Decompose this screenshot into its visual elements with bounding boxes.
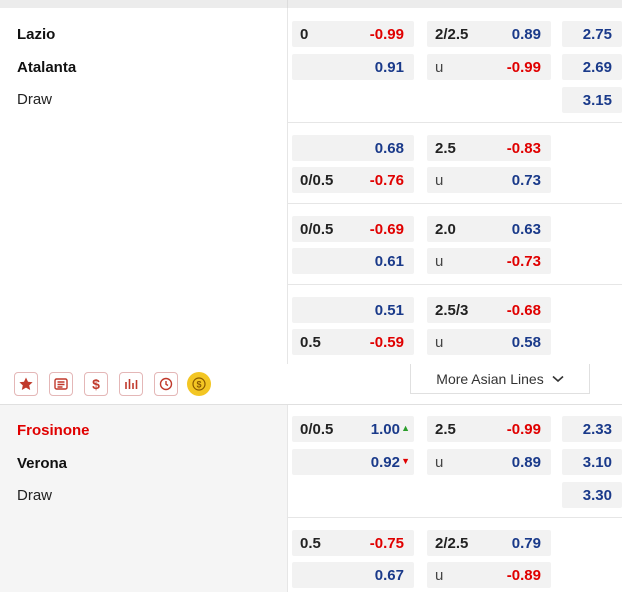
more-asian-lines-label: More Asian Lines (436, 370, 544, 387)
svg-text:$: $ (92, 376, 100, 392)
x12-draw-cell[interactable]: 3.15 (562, 87, 622, 113)
ah-away-cell[interactable]: 0.67 (292, 562, 414, 588)
star-icon[interactable] (14, 372, 38, 396)
ou-under-cell[interactable]: u -0.73 (427, 248, 551, 274)
ou-under-cell[interactable]: u 0.58 (427, 329, 551, 355)
ou-over-cell[interactable]: 2.0 0.63 (427, 216, 551, 242)
away-team[interactable]: Atalanta (17, 59, 76, 76)
ah-away-cell[interactable]: 0.61 (292, 248, 414, 274)
ah-away-cell[interactable]: 0/0.5 -0.76 (292, 167, 414, 193)
home-team[interactable]: Lazio (17, 26, 55, 43)
ah-home-cell[interactable]: 0/0.5 1.00 ▲ (292, 416, 414, 442)
ou-under-cell[interactable]: u -0.89 (427, 562, 551, 588)
ou-over-cell[interactable]: 2.5/3 -0.68 (427, 297, 551, 323)
ah-away-cell[interactable]: 0.92 ▼ (292, 449, 414, 475)
dollar-icon[interactable]: $ (84, 372, 108, 396)
teams-column: Frosinone Verona Draw (3, 405, 286, 592)
ou-over-cell[interactable]: 2.5 -0.99 (427, 416, 551, 442)
ou-under-cell[interactable]: u -0.99 (427, 54, 551, 80)
draw-label: Draw (17, 487, 53, 504)
ah-away-cell[interactable]: 0.5 -0.59 (292, 329, 414, 355)
x12-away-cell[interactable]: 2.69 (562, 54, 622, 80)
odds-down-arrow-icon: ▼ (401, 456, 410, 466)
ou-over-cell[interactable]: 2/2.5 0.79 (427, 530, 551, 556)
chevron-down-icon (552, 375, 564, 382)
ah-home-cell[interactable]: 0.68 (292, 135, 414, 161)
home-team[interactable]: Frosinone (17, 422, 90, 439)
x12-home-cell[interactable]: 2.33 (562, 416, 622, 442)
bar-chart-icon[interactable] (119, 372, 143, 396)
ou-under-cell[interactable]: u 0.73 (427, 167, 551, 193)
top-strip (0, 0, 622, 8)
ah-home-cell[interactable]: 0/0.5 -0.69 (292, 216, 414, 242)
ah-away-cell[interactable]: 0.91 (292, 54, 414, 80)
x12-away-cell[interactable]: 3.10 (562, 449, 622, 475)
ah-home-cell[interactable]: 0.5 -0.75 (292, 530, 414, 556)
ou-over-cell[interactable]: 2/2.5 0.89 (427, 21, 551, 47)
ou-under-cell[interactable]: u 0.89 (427, 449, 551, 475)
ah-home-cell[interactable]: 0.51 (292, 297, 414, 323)
x12-home-cell[interactable]: 2.75 (562, 21, 622, 47)
draw-label: Draw (17, 91, 53, 108)
ou-over-cell[interactable]: 2.5 -0.83 (427, 135, 551, 161)
match-frosinone-verona: Frosinone Verona Draw 0/0.5 1.00 ▲ 0.92 ▼… (0, 405, 622, 592)
odds-up-arrow-icon: ▲ (401, 423, 410, 433)
ah-home-cell[interactable]: 0 -0.99 (292, 21, 414, 47)
match-actions-bar: $ $ (0, 364, 410, 404)
away-team[interactable]: Verona (17, 455, 67, 472)
more-asian-lines-button[interactable]: More Asian Lines (410, 364, 590, 394)
history-icon[interactable] (154, 372, 178, 396)
teams-column: Lazio Atalanta Draw (3, 8, 286, 364)
match-lazio-atalanta: Lazio Atalanta Draw 0 -0.99 0.91 2/2.5 0.8… (0, 8, 622, 364)
svg-text:$: $ (196, 380, 201, 390)
ticket-icon[interactable] (49, 372, 73, 396)
cash-coin-icon[interactable]: $ (187, 372, 211, 396)
x12-draw-cell[interactable]: 3.30 (562, 482, 622, 508)
